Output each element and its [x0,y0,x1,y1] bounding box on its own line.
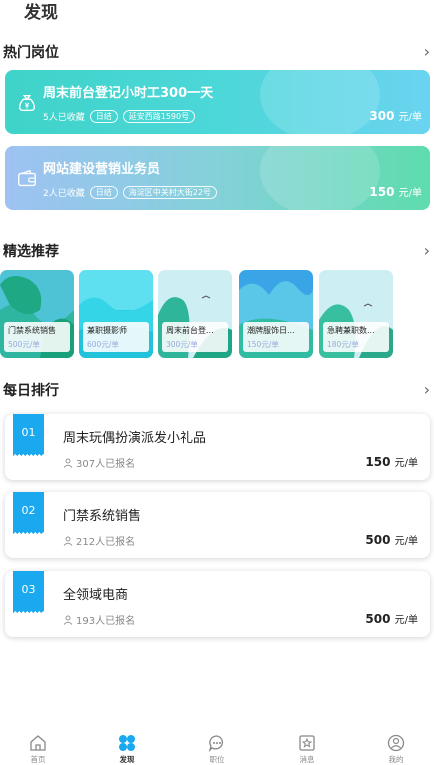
tab-home[interactable]: 首页 [18,734,58,765]
hot-job-card[interactable]: 网站建设营销业务员 2人已收藏 日结 海淀区中关村大街22号 150 元/单 [5,146,430,210]
featured-card[interactable]: 门禁系统销售 500元/单 [0,270,74,358]
card-glow-decoration [260,146,380,210]
favorites-count: 2人已收藏 [43,189,85,199]
daily-ranking-header: 每日排行 › [0,380,434,402]
profile-icon [387,734,405,752]
registered-count: 193人已报名 [63,612,135,627]
tab-profile[interactable]: 我的 [376,734,416,765]
ranking-item[interactable]: 03 全领域电商 193人已报名 500 元/单 [5,571,430,637]
favorites-count: 5人已收藏 [43,113,85,123]
featured-label: 周末前台登... 300元/单 [162,322,228,352]
featured-label: 潮牌服饰日... 150元/单 [243,322,309,352]
ranking-title: 全领域电商 [63,588,129,603]
card-glow-decoration [260,70,380,134]
hot-job-meta: 2人已收藏 日结 海淀区中关村大街22号 [43,186,217,199]
discover-icon [119,735,135,751]
featured-title: 门禁系统销售 [8,326,56,335]
featured-label: 兼职摄影师 600元/单 [83,322,149,352]
featured-price: 150元/单 [247,340,279,349]
featured-title: 急聘兼职数... [327,326,375,335]
hot-job-title: 周末前台登记小时工300一天 [43,86,214,101]
hot-job-price: 300 元/单 [369,109,422,123]
user-icon [63,615,73,625]
tab-label: 发现 [119,755,135,764]
rank-number: 01 [21,426,36,439]
featured-list: 门禁系统销售 500元/单 兼职摄影师 600元/单 周末前台登... 300元… [0,270,434,360]
ranking-title: 周末玩偶扮演派发小礼品 [63,431,207,446]
rank-number: 03 [21,583,36,596]
daily-ranking-title: 每日排行 [0,380,59,400]
ranking-item[interactable]: 01 周末玩偶扮演派发小礼品 307人已报名 150 元/单 [5,414,430,480]
featured-title: 潮牌服饰日... [247,326,295,335]
hot-job-meta: 5人已收藏 日结 延安西路1590号 [43,110,196,123]
ranking-price: 500 元/单 [365,533,418,547]
featured-price: 180元/单 [327,340,359,349]
featured-price: 500元/单 [8,340,40,349]
featured-card[interactable]: 周末前台登... 300元/单 [158,270,232,358]
featured-label: 急聘兼职数... 180元/单 [323,322,389,352]
hot-jobs-title: 热门岗位 [0,42,59,62]
featured-title: 周末前台登... [166,326,214,335]
tab-label: 职位 [209,755,225,764]
bottom-tab-bar: 首页 发现 职位 消息 我的 [0,728,434,765]
tab-label: 消息 [299,755,315,764]
featured-label: 门禁系统销售 500元/单 [4,322,70,352]
hot-jobs-more-chevron-icon[interactable]: › [424,42,430,61]
home-icon [30,735,46,751]
featured-header: 精选推荐 › [0,241,434,263]
featured-card[interactable]: 兼职摄影师 600元/单 [79,270,153,358]
tab-label: 我的 [388,755,404,764]
featured-card[interactable]: 急聘兼职数... 180元/单 [319,270,393,358]
money-bag-icon [18,94,36,112]
featured-title: 兼职摄影师 [87,326,127,335]
tab-discover[interactable]: 发现 [107,734,147,765]
registered-count: 307人已报名 [63,455,135,470]
tab-jobs[interactable]: 职位 [197,734,237,765]
daily-ranking-more-chevron-icon[interactable]: › [424,380,430,399]
hot-job-price: 150 元/单 [369,185,422,199]
location-tag: 延安西路1590号 [122,110,196,123]
featured-price: 600元/单 [87,340,119,349]
ranking-price: 500 元/单 [365,612,418,626]
location-tag: 海淀区中关村大街22号 [122,186,217,199]
featured-price: 300元/单 [166,340,198,349]
tab-label: 首页 [30,755,46,764]
hot-job-card[interactable]: 周末前台登记小时工300一天 5人已收藏 日结 延安西路1590号 300 元/… [5,70,430,134]
featured-title: 精选推荐 [0,241,59,261]
rank-number: 02 [21,504,36,517]
pay-cycle-tag: 日结 [89,110,118,123]
hot-jobs-header: 热门岗位 › [0,42,434,64]
ranking-price: 150 元/单 [365,455,418,469]
featured-card[interactable]: 潮牌服饰日... 150元/单 [239,270,313,358]
page-title: 发现 [24,3,58,23]
wallet-icon [18,169,36,187]
tab-messages[interactable]: 消息 [287,734,327,765]
ranking-title: 门禁系统销售 [63,509,142,524]
user-icon [63,536,73,546]
pay-cycle-tag: 日结 [89,186,118,199]
ranking-item[interactable]: 02 门禁系统销售 212人已报名 500 元/单 [5,492,430,558]
user-icon [63,458,73,468]
featured-more-chevron-icon[interactable]: › [424,241,430,260]
chat-icon [208,735,224,752]
hot-job-title: 网站建设营销业务员 [43,162,161,177]
star-message-icon [299,735,315,751]
registered-count: 212人已报名 [63,533,135,548]
